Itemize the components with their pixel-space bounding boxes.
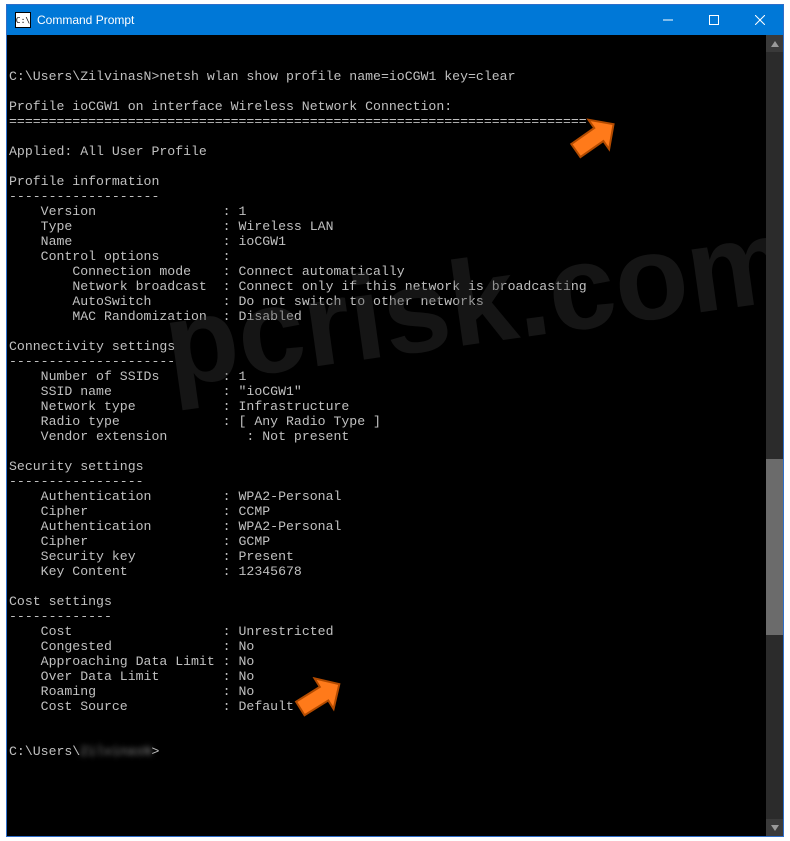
command-prompt-window: C:\ Command Prompt pcrisk.com C:\Users\Z… (6, 4, 784, 837)
kv-cipher-2: Cipher : GCMP (41, 534, 271, 549)
divider: --------------------- (9, 354, 175, 369)
minimize-icon (663, 15, 673, 25)
kv-connection-mode: Connection mode : Connect automatically (72, 264, 404, 279)
kv-network-type: Network type : Infrastructure (41, 399, 350, 414)
kv-version: Version : 1 (41, 204, 247, 219)
prompt-line-2: C:\Users\ZilvinasN> (9, 744, 159, 759)
kv-radio-type: Radio type : [ Any Radio Type ] (41, 414, 381, 429)
chevron-down-icon (771, 825, 779, 831)
kv-ssid-name: SSID name : "ioCGW1" (41, 384, 302, 399)
maximize-button[interactable] (691, 5, 737, 35)
divider: ----------------- (9, 474, 144, 489)
close-button[interactable] (737, 5, 783, 35)
kv-over-limit: Over Data Limit : No (41, 669, 255, 684)
section-security: Security settings (9, 459, 144, 474)
kv-name: Name : ioCGW1 (41, 234, 286, 249)
section-connectivity: Connectivity settings (9, 339, 175, 354)
titlebar[interactable]: C:\ Command Prompt (7, 5, 783, 35)
applied-line: Applied: All User Profile (9, 144, 207, 159)
kv-control-options: Control options : (41, 249, 231, 264)
scroll-down-button[interactable] (766, 819, 783, 836)
window-icon: C:\ (15, 12, 31, 28)
scroll-thumb[interactable] (766, 459, 783, 635)
kv-ssid-count: Number of SSIDs : 1 (41, 369, 247, 384)
section-profile-info: Profile information (9, 174, 159, 189)
kv-vendor-extension: Vendor extension : Not present (41, 429, 350, 444)
kv-cost: Cost : Unrestricted (41, 624, 334, 639)
prompt-line-1: C:\Users\ZilvinasN>netsh wlan show profi… (9, 69, 516, 84)
kv-cost-source: Cost Source : Default (41, 699, 294, 714)
kv-autoswitch: AutoSwitch : Do not switch to other netw… (72, 294, 484, 309)
kv-approaching-limit: Approaching Data Limit : No (41, 654, 255, 669)
chevron-up-icon (771, 41, 779, 47)
kv-congested: Congested : No (41, 639, 255, 654)
maximize-icon (709, 15, 719, 25)
kv-key-content: Key Content : 12345678 (41, 564, 302, 579)
scroll-up-button[interactable] (766, 35, 783, 52)
kv-cipher-1: Cipher : CCMP (41, 504, 271, 519)
close-icon (755, 15, 765, 25)
annotation-arrow-icon (266, 662, 337, 734)
terminal-output[interactable]: pcrisk.com C:\Users\ZilvinasN>netsh wlan… (7, 35, 766, 836)
kv-type: Type : Wireless LAN (41, 219, 334, 234)
window-title: Command Prompt (37, 13, 134, 27)
profile-header: Profile ioCGW1 on interface Wireless Net… (9, 99, 452, 114)
kv-security-key: Security key : Present (41, 549, 294, 564)
minimize-button[interactable] (645, 5, 691, 35)
redacted-user: ZilvinasN (80, 744, 151, 759)
scroll-track[interactable] (766, 52, 783, 819)
kv-roaming: Roaming : No (41, 684, 255, 699)
kv-authentication-1: Authentication : WPA2-Personal (41, 489, 342, 504)
divider: ------------- (9, 609, 112, 624)
vertical-scrollbar[interactable] (766, 35, 783, 836)
kv-mac-randomization: MAC Randomization : Disabled (72, 309, 302, 324)
section-cost: Cost settings (9, 594, 112, 609)
kv-authentication-2: Authentication : WPA2-Personal (41, 519, 342, 534)
kv-network-broadcast: Network broadcast : Connect only if this… (72, 279, 586, 294)
divider: ========================================… (9, 114, 587, 129)
divider: ------------------- (9, 189, 159, 204)
